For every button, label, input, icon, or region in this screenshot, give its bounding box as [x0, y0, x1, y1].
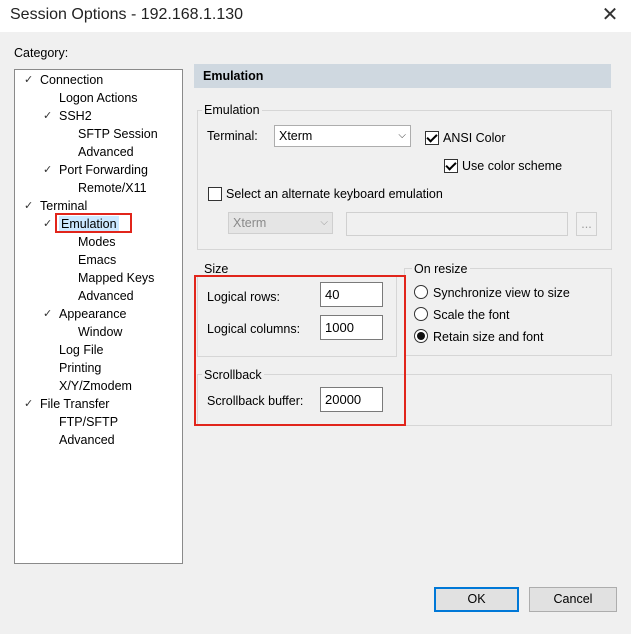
scale-font-label: Scale the font [433, 308, 510, 322]
tree-item-remote-x11[interactable]: Remote/X11 [78, 180, 147, 196]
tree-item-ssh2-advanced[interactable]: Advanced [78, 144, 134, 160]
tree-item-appearance[interactable]: Appearance [59, 306, 126, 322]
close-icon[interactable]: ✕ [598, 2, 622, 28]
alt-keyboard-checkbox[interactable] [208, 187, 222, 201]
alt-keyboard-select-value: Xterm [233, 216, 267, 230]
sync-view-label: Synchronize view to size [433, 286, 570, 300]
chevron-down-icon[interactable]: ✓ [43, 108, 52, 124]
tree-item-xyzmodem[interactable]: X/Y/Zmodem [59, 378, 132, 394]
tree-item-file-transfer[interactable]: File Transfer [40, 396, 109, 412]
use-color-scheme-label: Use color scheme [462, 159, 563, 173]
tree-item-sftp-session[interactable]: SFTP Session [78, 126, 158, 142]
emulation-group-title: Emulation [202, 103, 262, 117]
terminal-label: Terminal: [207, 129, 258, 143]
ansi-color-label: ANSI Color [443, 131, 506, 145]
panel-header: Emulation [194, 64, 611, 88]
size-group-title: Size [202, 262, 231, 276]
tree-item-emacs[interactable]: Emacs [78, 252, 116, 268]
tree-item-printing[interactable]: Printing [59, 360, 101, 376]
cancel-button[interactable]: Cancel [529, 587, 617, 612]
chevron-down-icon[interactable]: ✓ [43, 306, 52, 322]
chevron-down-icon[interactable]: ✓ [43, 216, 52, 232]
size-scrollback-highlight-box [194, 275, 406, 426]
tree-item-logon-actions[interactable]: Logon Actions [59, 90, 138, 106]
tree-item-log-file[interactable]: Log File [59, 342, 103, 358]
terminal-select[interactable]: Xterm ⌵ [274, 125, 411, 147]
chevron-down-icon[interactable]: ✓ [24, 72, 33, 88]
chevron-down-icon[interactable]: ✓ [24, 198, 33, 214]
tree-item-window[interactable]: Window [78, 324, 122, 340]
category-label: Category: [14, 46, 69, 60]
terminal-select-value: Xterm [279, 129, 313, 143]
use-color-scheme-checkbox[interactable] [444, 159, 458, 173]
window-title: Session Options - 192.168.1.130 [10, 6, 244, 23]
tree-item-port-forwarding[interactable]: Port Forwarding [59, 162, 148, 178]
on-resize-group-title: On resize [412, 262, 470, 276]
tree-highlight-box [55, 213, 132, 233]
chevron-down-icon: ⌵ [398, 130, 406, 141]
tree-item-emulation-advanced[interactable]: Advanced [78, 288, 134, 304]
chevron-down-icon[interactable]: ✓ [43, 162, 52, 178]
scale-font-radio[interactable] [414, 307, 428, 321]
alt-keyboard-label: Select an alternate keyboard emulation [226, 187, 443, 201]
retain-size-radio[interactable] [414, 329, 428, 343]
alt-keyboard-select[interactable]: Xterm ⌵ [228, 212, 333, 234]
tree-item-connection[interactable]: Connection [40, 72, 103, 88]
retain-size-label: Retain size and font [433, 330, 544, 344]
tree-item-mapped-keys[interactable]: Mapped Keys [78, 270, 154, 286]
category-tree[interactable]: ✓ ✓ ✓ ✓ ✓ ✓ ✓ Connection Logon Actions S… [14, 69, 183, 564]
chevron-down-icon: ⌵ [320, 217, 328, 228]
tree-item-file-transfer-advanced[interactable]: Advanced [59, 432, 115, 448]
tree-item-ssh2[interactable]: SSH2 [59, 108, 92, 124]
browse-button[interactable]: ... [576, 212, 597, 236]
ok-button[interactable]: OK [434, 587, 519, 612]
tree-item-modes[interactable]: Modes [78, 234, 116, 250]
alt-keyboard-path-field[interactable] [346, 212, 568, 236]
tree-item-terminal[interactable]: Terminal [40, 198, 87, 214]
tree-item-ftp-sftp[interactable]: FTP/SFTP [59, 414, 118, 430]
ansi-color-checkbox[interactable] [425, 131, 439, 145]
sync-view-radio[interactable] [414, 285, 428, 299]
chevron-down-icon[interactable]: ✓ [24, 396, 33, 412]
